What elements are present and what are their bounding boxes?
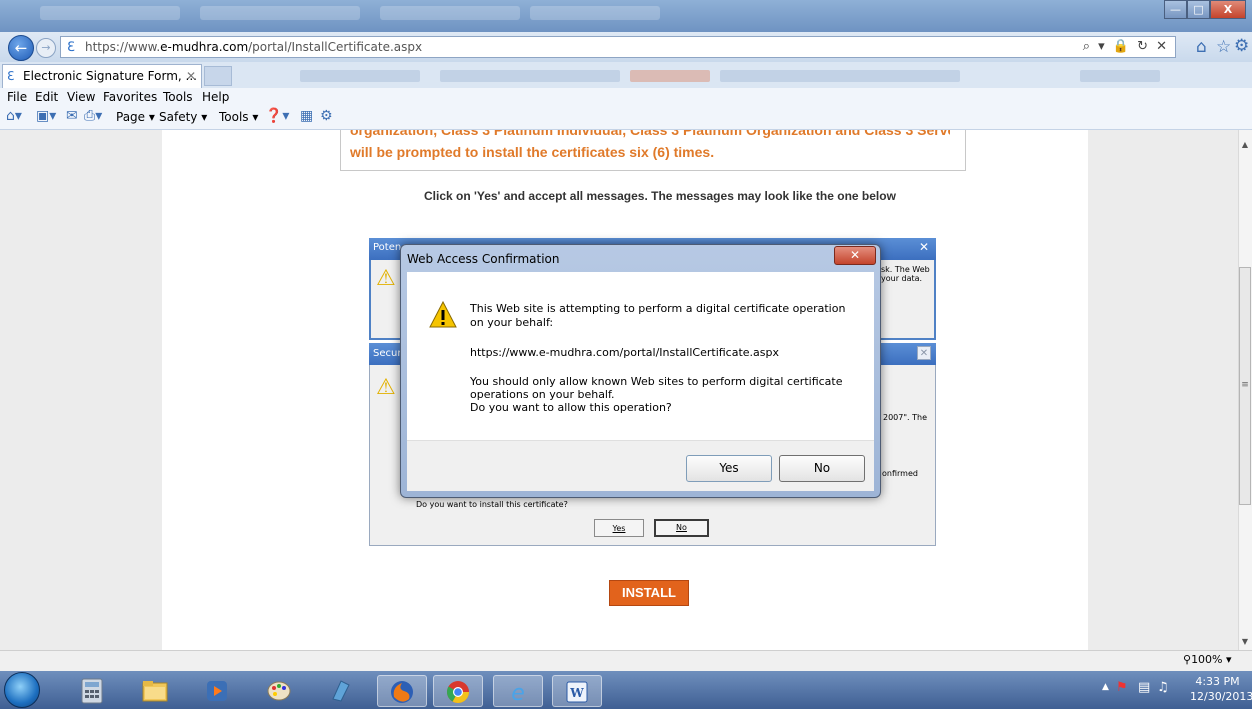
tab-bar-blur xyxy=(440,70,620,82)
dialog-warning-message: You should only allow known Web sites to… xyxy=(470,375,850,414)
warning-text-clipped: organization, Class 3 Platinum Individua… xyxy=(350,130,950,138)
example-dialog-text: onfirmed xyxy=(882,469,918,478)
dialog-question: Do you want to allow this operation? xyxy=(470,401,672,414)
print-icon[interactable]: ⎙▾ xyxy=(84,108,102,124)
title-bar-blur xyxy=(530,6,660,20)
close-window-button[interactable]: X xyxy=(1210,0,1246,19)
action-center-flag-icon[interactable]: ⚑ xyxy=(1116,680,1128,695)
example-dialog-question: Do you want to install this certificate? xyxy=(416,500,568,509)
forward-button[interactable]: → xyxy=(36,38,56,58)
close-icon: ✕ xyxy=(918,240,930,254)
help-icon[interactable]: ❓▾ xyxy=(265,108,289,124)
menu-file[interactable]: File xyxy=(7,90,27,104)
menu-favorites[interactable]: Favorites xyxy=(103,90,157,104)
tab-bar-blur xyxy=(300,70,420,82)
home-icon[interactable]: ⌂▾ xyxy=(6,108,22,124)
internet-explorer-icon[interactable]: e xyxy=(493,675,543,707)
network-icon[interactable]: ▤ xyxy=(1138,680,1150,695)
chrome-icon[interactable] xyxy=(433,675,483,707)
no-button[interactable]: No xyxy=(779,455,865,482)
address-bar-tools[interactable]: ⌕ ▾ 🔒 ↻ ✕ xyxy=(1083,39,1169,54)
start-button[interactable] xyxy=(4,672,40,708)
tools-menu[interactable]: Tools ▾ xyxy=(219,110,258,124)
tab-bar-blur xyxy=(1080,70,1160,82)
close-icon: ✕ xyxy=(917,346,931,360)
gear-icon[interactable]: ⚙ xyxy=(1234,36,1249,56)
maximize-button[interactable]: □ xyxy=(1187,0,1210,19)
example-dialog-title: Secur xyxy=(373,348,402,359)
zoom-level[interactable]: ⚲100% ▾ xyxy=(1183,653,1232,666)
favorites-star-icon[interactable]: ☆ xyxy=(1216,37,1231,57)
warning-icon: ⚠ xyxy=(376,375,396,400)
warning-text: will be prompted to install the certific… xyxy=(350,144,715,160)
warning-icon xyxy=(429,300,457,328)
tab-bar-blur xyxy=(630,70,710,82)
page-icon: ℇ xyxy=(67,40,75,55)
example-yes-button: Yes xyxy=(594,519,644,537)
menu-tools[interactable]: Tools xyxy=(163,90,193,104)
example-no-button: No xyxy=(654,519,709,537)
scroll-up-arrow-icon[interactable]: ▲ xyxy=(1238,140,1252,150)
close-tab-icon[interactable]: ✕ xyxy=(186,65,196,87)
mail-icon[interactable]: ✉ xyxy=(66,108,78,124)
tab-bar-blur xyxy=(720,70,960,82)
menu-help[interactable]: Help xyxy=(202,90,229,104)
home-icon[interactable]: ⌂ xyxy=(1196,37,1207,57)
clock-date[interactable]: 12/30/2013 xyxy=(1190,690,1252,703)
back-button[interactable]: ← xyxy=(8,35,34,61)
safety-menu[interactable]: Safety ▾ xyxy=(159,110,207,124)
menu-view[interactable]: View xyxy=(67,90,95,104)
notepad-icon[interactable] xyxy=(316,675,366,707)
window-controls: — □ X xyxy=(1164,0,1246,19)
install-button[interactable]: INSTALL xyxy=(609,580,689,606)
dialog-close-button[interactable]: ✕ xyxy=(834,246,876,265)
page-icon: ℇ xyxy=(7,69,15,83)
menu-bar: File Edit View Favorites Tools Help xyxy=(0,88,1252,107)
dialog-url: https://www.e-mudhra.com/portal/InstallC… xyxy=(470,346,780,359)
taskbar xyxy=(0,671,1252,709)
dialog-message-line: You should only allow known Web sites to… xyxy=(470,375,843,401)
address-bar[interactable]: ℇ https://www.e-mudhra.com/portal/Instal… xyxy=(60,36,1176,58)
feeds-icon[interactable]: ▣▾ xyxy=(36,108,56,124)
calculator-icon[interactable] xyxy=(67,675,117,707)
instruction-text: Click on 'Yes' and accept all messages. … xyxy=(424,189,896,203)
scrollbar-grip-icon: ≡ xyxy=(1241,380,1249,390)
svg-text:e: e xyxy=(511,681,525,705)
firefox-icon[interactable] xyxy=(377,675,427,707)
dialog-title: Web Access Confirmation xyxy=(407,252,560,266)
example-dialog-text: 2007". The xyxy=(883,413,928,422)
tab-electronic-signature-form[interactable]: ℇ Electronic Signature Form, ... ✕ xyxy=(2,64,202,88)
zoom-icon: ⚲ xyxy=(1183,653,1192,666)
new-tab-button[interactable] xyxy=(204,66,232,86)
warning-icon: ⚠ xyxy=(376,266,396,291)
address-url[interactable]: https://www.e-mudhra.com/portal/InstallC… xyxy=(85,40,422,54)
svg-text:W: W xyxy=(569,686,584,700)
menu-edit[interactable]: Edit xyxy=(35,90,58,104)
show-hidden-icons-icon[interactable]: ▲ xyxy=(1102,682,1109,692)
toolbar-extension-icon[interactable]: ⚙ xyxy=(320,108,333,124)
page-menu[interactable]: Page ▾ xyxy=(116,110,155,124)
example-dialog-text: sk. The Web your data. xyxy=(881,265,930,283)
yes-button[interactable]: Yes xyxy=(686,455,772,482)
media-player-icon[interactable] xyxy=(192,675,242,707)
title-bar-blur xyxy=(200,6,360,20)
status-bar xyxy=(0,650,1252,671)
dialog-message: This Web site is attempting to perform a… xyxy=(470,302,846,329)
scroll-down-arrow-icon[interactable]: ▼ xyxy=(1238,637,1252,647)
tab-label: Electronic Signature Form, ... xyxy=(23,69,197,83)
research-icon[interactable]: ▦ xyxy=(300,108,313,124)
example-dialog-title: Poten xyxy=(373,242,402,253)
file-explorer-icon[interactable] xyxy=(130,675,180,707)
clock-time[interactable]: 4:33 PM xyxy=(1190,675,1245,688)
title-bar-blur xyxy=(40,6,180,20)
zoom-value: 100% xyxy=(1191,653,1223,666)
word-icon[interactable]: W xyxy=(552,675,602,707)
minimize-button[interactable]: — xyxy=(1164,0,1187,19)
paint-icon[interactable] xyxy=(254,675,304,707)
command-bar: ⌂▾ ▣▾ ✉ ⎙▾ Page ▾ Safety ▾ Tools ▾ ❓▾ ▦ … xyxy=(0,107,1252,130)
title-bar-blur xyxy=(380,6,520,20)
volume-icon[interactable]: ♫ xyxy=(1157,680,1169,695)
